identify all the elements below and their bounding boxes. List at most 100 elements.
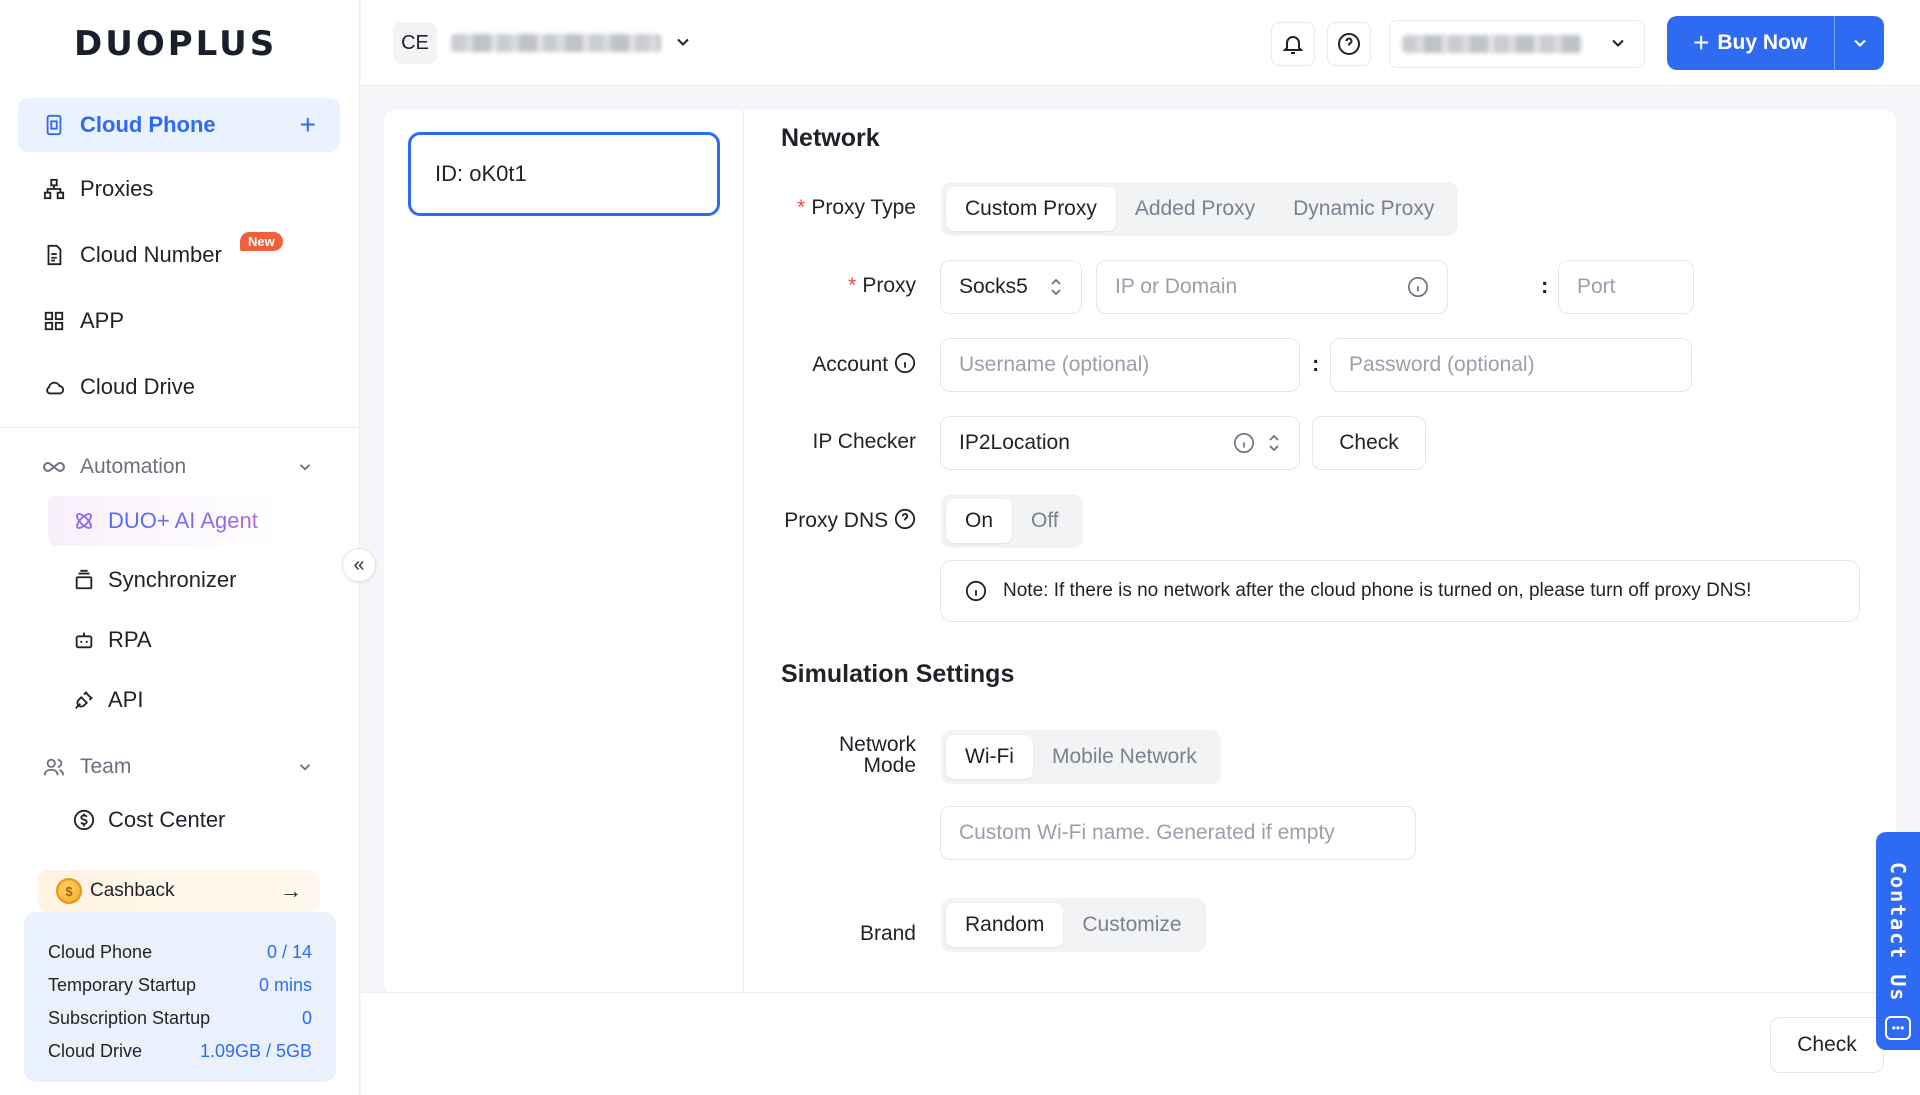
team-group-toggle[interactable]: Team	[18, 742, 340, 792]
new-badge: New	[240, 232, 283, 251]
network-section-title: Network	[781, 124, 880, 152]
notifications-button[interactable]	[1271, 22, 1315, 66]
sidebar-item-synchronizer[interactable]: Synchronizer	[48, 555, 338, 605]
usage-panel: Cloud Phone 0 / 14 Temporary Startup 0 m…	[24, 912, 336, 1082]
main-content: ID: oK0t1 Network * Proxy Type Custom Pro…	[384, 110, 1896, 994]
sidebar-item-ai-agent[interactable]: DUO+ AI Agent	[48, 496, 338, 546]
network-icon	[42, 177, 66, 201]
option-dynamic-proxy[interactable]: Dynamic Proxy	[1274, 187, 1453, 231]
cloud-icon	[42, 375, 66, 399]
sort-icon	[1269, 434, 1279, 452]
option-wifi[interactable]: Wi-Fi	[946, 735, 1033, 779]
team-label: Team	[80, 755, 132, 778]
network-mode-label: Network Mode	[838, 733, 916, 777]
sidebar-item-cloud-phone[interactable]: Cloud Phone +	[18, 98, 340, 152]
option-dns-off[interactable]: Off	[1012, 499, 1078, 543]
proxy-host-input[interactable]: IP or Domain	[1096, 260, 1448, 314]
add-cloud-phone-button[interactable]: +	[300, 109, 316, 141]
device-card[interactable]: ID: oK0t1	[408, 132, 720, 216]
cashback-banner[interactable]: $ Cashback →	[38, 870, 320, 912]
sidebar-item-cloud-number[interactable]: Cloud Number New	[18, 228, 340, 282]
form-footer: Check	[361, 992, 1920, 1095]
contact-us-tab[interactable]: Contact Us •••	[1876, 832, 1920, 1050]
simulation-section-title: Simulation Settings	[781, 660, 1015, 688]
usage-value: 0	[301, 1008, 312, 1028]
help-icon	[894, 508, 916, 530]
top-header: CE + Buy Now	[361, 0, 1920, 86]
option-custom-proxy[interactable]: Custom Proxy	[946, 187, 1116, 231]
colon-separator: :	[1312, 351, 1320, 376]
device-id: ID: oK0t1	[435, 161, 527, 186]
username-input[interactable]: Username (optional)	[940, 338, 1300, 392]
sidebar-item-app[interactable]: APP	[18, 294, 340, 348]
account-label: Account	[716, 352, 916, 377]
sidebar-item-label: Cost Center	[108, 807, 226, 832]
option-random[interactable]: Random	[946, 903, 1064, 947]
usage-label: Subscription Startup	[48, 1008, 211, 1028]
automation-label: Automation	[80, 455, 187, 478]
buy-now-label: Buy Now	[1717, 31, 1808, 54]
ip-checker-select[interactable]: IP2Location	[940, 416, 1300, 470]
chevron-down-icon[interactable]	[673, 32, 693, 52]
help-button[interactable]	[1327, 22, 1371, 66]
chevron-down-icon	[1853, 39, 1866, 47]
brand-selector: Random Customize	[941, 898, 1206, 952]
sidebar-item-api[interactable]: API	[48, 675, 338, 725]
blurred-account-name	[1402, 35, 1582, 53]
sidebar-item-label: Proxies	[80, 176, 154, 201]
sidebar-item-cloud-drive[interactable]: Cloud Drive	[18, 360, 340, 414]
sidebar-item-proxies[interactable]: Proxies	[18, 162, 340, 216]
sidebar-item-cost-center[interactable]: Cost Center	[48, 795, 338, 845]
ip-check-button[interactable]: Check	[1312, 416, 1426, 470]
wifi-name-input[interactable]: Custom Wi-Fi name. Generated if empty	[940, 806, 1416, 860]
logo[interactable]: DUOPLUS	[74, 22, 277, 66]
sidebar-item-label: APP	[80, 308, 125, 333]
usage-label: Cloud Phone	[48, 942, 153, 962]
users-icon	[42, 755, 66, 779]
buy-now-main[interactable]: + Buy Now	[1667, 16, 1835, 70]
blurred-org-name	[451, 34, 661, 52]
option-customize[interactable]: Customize	[1063, 903, 1200, 947]
usage-row: Subscription Startup 0	[48, 1002, 312, 1035]
usage-label: Temporary Startup	[48, 975, 197, 995]
plug-icon	[72, 688, 96, 712]
proxy-dns-note: Note: If there is no network after the c…	[940, 560, 1860, 622]
sidebar-item-label: Cloud Phone	[80, 112, 216, 137]
atom-icon	[72, 509, 96, 533]
info-icon	[894, 352, 916, 374]
footer-check-button[interactable]: Check	[1770, 1017, 1884, 1073]
password-input[interactable]: Password (optional)	[1330, 338, 1692, 392]
logo-text: DUOPLUS	[74, 24, 278, 64]
chevron-down-icon	[1608, 33, 1628, 53]
sidebar-item-rpa[interactable]: RPA	[48, 615, 338, 665]
plus-icon: +	[1693, 27, 1710, 58]
proxy-protocol-value: Socks5	[959, 275, 1028, 298]
proxy-protocol-select[interactable]: Socks5	[940, 260, 1082, 314]
chat-icon: •••	[1885, 1016, 1911, 1041]
option-added-proxy[interactable]: Added Proxy	[1116, 187, 1274, 231]
brand-label: Brand	[859, 922, 916, 945]
sidebar-item-label: DUO+ AI Agent	[108, 508, 258, 533]
sidebar-item-label: Cloud Drive	[80, 374, 195, 399]
sim-icon	[42, 243, 66, 267]
info-icon	[965, 580, 987, 602]
option-mobile-network[interactable]: Mobile Network	[1033, 735, 1216, 779]
automation-group-toggle[interactable]: Automation	[18, 442, 340, 492]
buy-now-dropdown[interactable]	[1835, 33, 1884, 53]
dollar-icon	[72, 808, 96, 832]
cashback-label: Cashback	[90, 880, 175, 901]
info-icon[interactable]	[1407, 276, 1429, 298]
org-avatar[interactable]: CE	[393, 22, 437, 64]
contact-us-label: Contact Us	[1886, 862, 1910, 1003]
infinity-icon	[42, 455, 66, 479]
note-text: Note: If there is no network after the c…	[1003, 580, 1752, 601]
coin-icon: $	[56, 878, 82, 904]
chevron-down-icon	[296, 458, 314, 476]
sidebar-item-label: Synchronizer	[108, 567, 237, 592]
account-menu[interactable]	[1389, 20, 1645, 68]
proxy-port-input[interactable]: Port	[1558, 260, 1694, 314]
option-dns-on[interactable]: On	[946, 499, 1013, 543]
collapse-sidebar-button[interactable]: «	[342, 548, 376, 582]
buy-now-button[interactable]: + Buy Now	[1667, 16, 1884, 70]
layers-icon	[72, 568, 96, 592]
